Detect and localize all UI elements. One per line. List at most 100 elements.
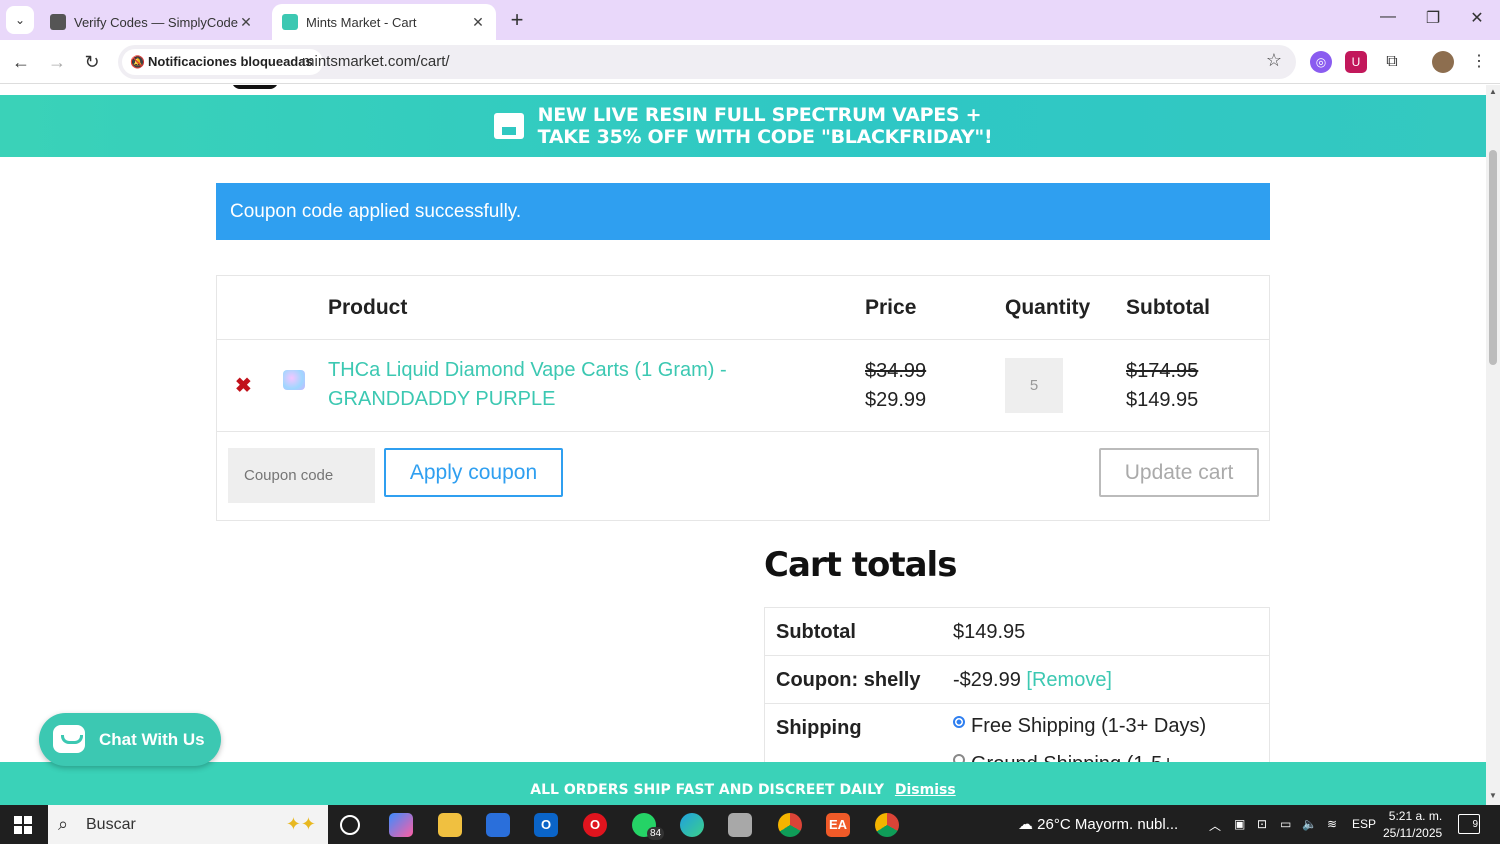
chat-bubble-icon: [53, 725, 85, 753]
ea-app-icon[interactable]: EA: [826, 813, 850, 837]
task-view-icon[interactable]: [340, 815, 360, 835]
show-hidden-icons-chevron-icon[interactable]: ︿: [1209, 817, 1221, 834]
page-scrollbar[interactable]: ▲ ▼: [1486, 85, 1500, 805]
chat-with-us-button[interactable]: Chat With Us: [39, 713, 221, 766]
price-original: $34.99: [865, 360, 927, 382]
windows-taskbar: ⌕ Buscar ✦✦ O O 84 EA ☁ 26°C Mayorm. nub…: [0, 805, 1500, 844]
outlook-icon[interactable]: O: [534, 813, 558, 837]
new-tab-plus-icon[interactable]: +: [505, 8, 529, 32]
product-thumbnail[interactable]: [283, 370, 305, 390]
app-icon[interactable]: [728, 813, 752, 837]
tab-title: Verify Codes — SimplyCodes: [74, 14, 238, 30]
search-label: Buscar: [86, 816, 136, 833]
remove-item-icon[interactable]: ✖: [235, 373, 252, 398]
notif-chip-label: Notificaciones bloqueadas: [148, 54, 313, 69]
dismiss-link[interactable]: Dismiss: [895, 782, 956, 798]
extension-icon[interactable]: ◎: [1310, 51, 1332, 73]
ublock-shield-icon[interactable]: U: [1345, 51, 1367, 73]
chrome-icon[interactable]: [778, 813, 802, 837]
tab-search-chevron-icon[interactable]: ⌄: [6, 6, 34, 34]
coupon-discount-value: -$29.99: [953, 669, 1021, 691]
tab-strip: ⌄ Verify Codes — SimplyCodes ✕ Mints Mar…: [0, 0, 1500, 40]
close-window-icon[interactable]: ✕: [1462, 8, 1492, 28]
scroll-down-arrow-icon[interactable]: ▼: [1486, 791, 1500, 800]
close-tab-icon[interactable]: ✕: [470, 14, 486, 31]
minimize-icon[interactable]: —: [1373, 8, 1403, 26]
battery-icon[interactable]: ▭: [1280, 817, 1291, 831]
apply-coupon-button[interactable]: Apply coupon: [384, 448, 563, 497]
coupon-label: Coupon: shelly: [776, 669, 921, 691]
search-icon: ⌕: [58, 814, 69, 834]
shipping-option-free-label: Free Shipping (1-3+ Days): [971, 715, 1207, 737]
notification-count: 9: [1472, 819, 1478, 830]
page-viewport: NEW LIVE RESIN FULL SPECTRUM VAPES + TAK…: [0, 85, 1486, 805]
edge-icon[interactable]: [680, 813, 704, 837]
radio-selected[interactable]: [953, 716, 965, 728]
menu-kebab-icon[interactable]: ⋮: [1468, 51, 1490, 73]
back-arrow-icon[interactable]: ←: [9, 50, 33, 74]
header-product: Product: [328, 296, 408, 319]
weather-text: 26°C Mayorm. nubl...: [1037, 816, 1179, 833]
profile-avatar[interactable]: [1432, 51, 1454, 73]
store-icon: [493, 113, 524, 139]
reload-icon[interactable]: ↻: [80, 50, 104, 74]
subtotal-label: Subtotal: [776, 621, 856, 643]
header-price: Price: [865, 296, 917, 319]
site-logo-edge: [232, 85, 278, 89]
url-text[interactable]: mintsmarket.com/cart/: [302, 53, 450, 70]
promo-line-1: NEW LIVE RESIN FULL SPECTRUM VAPES +: [537, 104, 982, 126]
remove-coupon-link[interactable]: [Remove]: [1026, 669, 1112, 691]
chat-label: Chat With Us: [99, 730, 205, 749]
coupon-success-notice: Coupon code applied successfully.: [216, 183, 1270, 240]
restore-icon[interactable]: ❐: [1418, 8, 1448, 28]
scroll-up-arrow-icon[interactable]: ▲: [1486, 87, 1500, 96]
divider: [765, 703, 1269, 704]
shipping-notice-text: ALL ORDERS SHIP FAST AND DISCREET DAILY: [530, 782, 885, 798]
shipping-option-free[interactable]: Free Shipping (1-3+ Days): [953, 715, 1206, 738]
browser-toolbar: ← → ↻ 🔕 Notificaciones bloqueadas mintsm…: [0, 40, 1500, 84]
scroll-thumb[interactable]: [1489, 150, 1497, 365]
header-quantity: Quantity: [1005, 296, 1091, 319]
clock[interactable]: 5:21 a. m. 25/11/2025: [1383, 808, 1442, 842]
notification-center-icon[interactable]: 9: [1458, 814, 1480, 834]
tab-title: Mints Market - Cart: [306, 14, 417, 30]
copilot-icon[interactable]: [389, 813, 413, 837]
quantity-input[interactable]: 5: [1005, 358, 1063, 413]
coupon-code-input[interactable]: [228, 448, 375, 503]
chrome-profile-icon[interactable]: [875, 813, 899, 837]
bookmark-star-icon[interactable]: ☆: [1266, 50, 1282, 71]
close-tab-icon[interactable]: ✕: [238, 14, 254, 31]
subtotal-discounted: $149.95: [1126, 389, 1199, 411]
cart-totals-heading: Cart totals: [764, 545, 957, 585]
windows-start-icon[interactable]: [14, 816, 32, 834]
update-cart-button[interactable]: Update cart: [1099, 448, 1259, 497]
cart-table: Product Price Quantity Subtotal ✖ THCa L…: [216, 275, 1270, 521]
opera-icon[interactable]: O: [583, 813, 607, 837]
promo-banner[interactable]: NEW LIVE RESIN FULL SPECTRUM VAPES + TAK…: [0, 95, 1486, 157]
cloud-moon-icon: ☁: [1018, 816, 1033, 833]
subtotal-value: $149.95: [953, 621, 1026, 643]
promo-line-2: TAKE 35% OFF WITH CODE "BLACKFRIDAY"!: [537, 126, 993, 148]
tab-simplycodes[interactable]: Verify Codes — SimplyCodes ✕: [40, 4, 264, 40]
taskbar-search-box[interactable]: ⌕ Buscar ✦✦: [48, 805, 328, 844]
clock-time: 5:21 a. m.: [1388, 809, 1443, 823]
forward-arrow-icon[interactable]: →: [45, 50, 69, 74]
meet-icon[interactable]: ▣: [1234, 817, 1245, 831]
address-bar[interactable]: 🔕 Notificaciones bloqueadas mintsmarket.…: [118, 45, 1296, 79]
divider: [765, 655, 1269, 656]
tab-mints-market[interactable]: Mints Market - Cart ✕: [272, 4, 496, 40]
volume-icon[interactable]: 🔈: [1302, 817, 1317, 831]
wifi-icon[interactable]: ≋: [1327, 817, 1337, 831]
coupon-value-group: -$29.99 [Remove]: [953, 669, 1112, 692]
language-indicator[interactable]: ESP: [1352, 817, 1376, 831]
clock-date: 25/11/2025: [1383, 826, 1443, 840]
weather-widget[interactable]: ☁ 26°C Mayorm. nubl...: [1018, 815, 1178, 833]
file-explorer-icon[interactable]: [438, 813, 462, 837]
product-name-link[interactable]: THCa Liquid Diamond Vape Carts (1 Gram) …: [328, 356, 798, 414]
whatsapp-badge: 84: [647, 827, 665, 840]
mints-market-favicon-icon: [282, 14, 298, 30]
extensions-puzzle-icon[interactable]: ⧉: [1381, 51, 1403, 73]
display-icon[interactable]: ⊡: [1257, 817, 1267, 831]
notifications-blocked-chip[interactable]: 🔕 Notificaciones bloqueadas: [122, 49, 323, 75]
microsoft-store-icon[interactable]: [486, 813, 510, 837]
